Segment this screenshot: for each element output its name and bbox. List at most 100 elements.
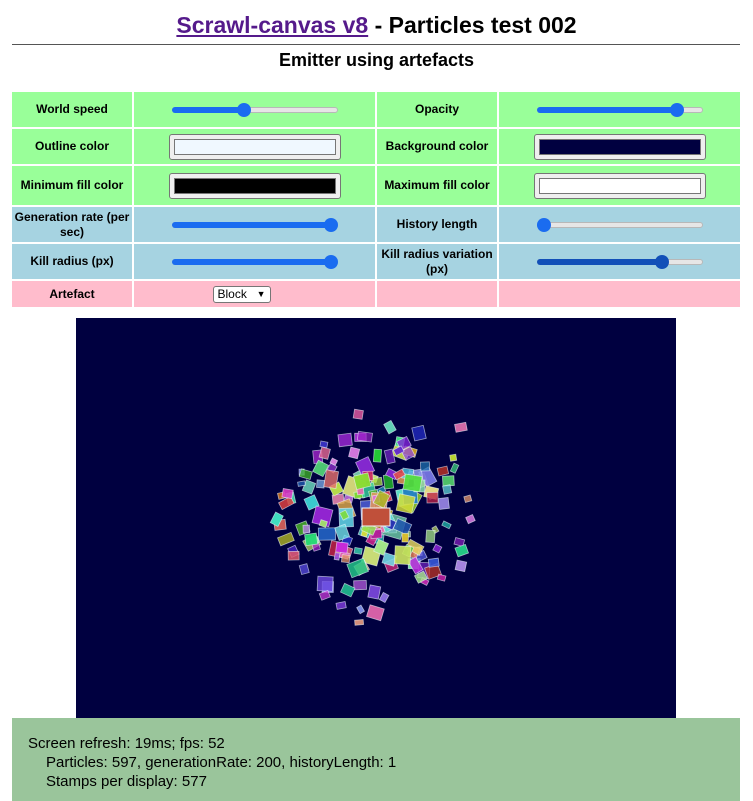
- outline-color-picker[interactable]: [168, 133, 341, 160]
- generation-rate-label: Generation rate (per sec): [12, 207, 132, 242]
- particle: [356, 430, 373, 443]
- particle: [361, 507, 391, 527]
- controls-row: Kill radius (px) Kill radius variation (…: [12, 244, 740, 279]
- generation-rate-slider[interactable]: [171, 217, 338, 232]
- particle: [323, 469, 340, 490]
- particle: [340, 554, 351, 564]
- particle: [454, 559, 468, 573]
- particle: [281, 488, 294, 500]
- particle: [449, 453, 458, 462]
- particle: [401, 532, 409, 543]
- slider-thumb[interactable]: [323, 254, 338, 269]
- particle: [335, 541, 349, 554]
- particle: [411, 424, 427, 442]
- controls-row: Artefact Block ▼: [12, 281, 740, 307]
- particle: [442, 484, 453, 495]
- page-title-rest: - Particles test 002: [368, 12, 577, 38]
- particle-canvas[interactable]: [76, 318, 676, 718]
- chevron-down-icon: ▼: [256, 289, 266, 299]
- artefact-cell: Block ▼: [134, 281, 375, 307]
- particle: [297, 480, 306, 487]
- kill-radius-label: Kill radius (px): [12, 244, 132, 279]
- particle: [317, 527, 337, 541]
- particle: [427, 557, 440, 568]
- history-length-slider[interactable]: [536, 217, 703, 232]
- opacity-slider[interactable]: [536, 102, 703, 117]
- particle: [353, 546, 363, 555]
- kill-radius-variation-label: Kill radius variation (px): [377, 244, 497, 279]
- kill-radius-slider[interactable]: [171, 254, 338, 269]
- opacity-cell: [499, 92, 740, 127]
- particle: [436, 465, 450, 477]
- kill-radius-cell: [134, 244, 375, 279]
- history-length-cell: [499, 207, 740, 242]
- kill-radius-variation-cell: [499, 244, 740, 279]
- stats-panel: Screen refresh: 19ms; fps: 52 Particles:…: [12, 718, 740, 801]
- max-fill-color-label: Maximum fill color: [377, 166, 497, 205]
- slider-thumb[interactable]: [323, 217, 338, 232]
- background-color-picker[interactable]: [533, 133, 706, 160]
- empty-cell: [377, 281, 497, 307]
- particle: [367, 584, 382, 600]
- stats-line-refresh: Screen refresh: 19ms; fps: 52: [28, 735, 225, 752]
- particle: [395, 493, 416, 515]
- kill-radius-variation-slider[interactable]: [536, 254, 703, 269]
- particle: [354, 619, 365, 626]
- artefact-label: Artefact: [12, 281, 132, 307]
- scrawl-canvas-link[interactable]: Scrawl-canvas v8: [176, 12, 368, 38]
- particle: [287, 550, 300, 561]
- particle: [420, 461, 431, 472]
- particle: [348, 446, 361, 460]
- controls-row: Outline color Background color: [12, 129, 740, 164]
- particle: [352, 408, 364, 420]
- particle: [335, 601, 347, 610]
- particle: [316, 575, 334, 592]
- background-color-label: Background color: [377, 129, 497, 164]
- page-subtitle: Emitter using artefacts: [278, 50, 475, 70]
- particle: [437, 496, 450, 510]
- particle: [372, 448, 383, 463]
- world-speed-label: World speed: [12, 92, 132, 127]
- min-fill-color-label: Minimum fill color: [12, 166, 132, 205]
- history-length-label: History length: [377, 207, 497, 242]
- controls-row: Minimum fill color Maximum fill color: [12, 166, 740, 205]
- generation-rate-cell: [134, 207, 375, 242]
- particle: [302, 524, 311, 534]
- slider-thumb[interactable]: [670, 102, 685, 117]
- world-speed-cell: [134, 92, 375, 127]
- slider-thumb[interactable]: [655, 254, 670, 269]
- particle: [463, 494, 473, 503]
- min-fill-color-picker[interactable]: [168, 172, 341, 199]
- outline-color-label: Outline color: [12, 129, 132, 164]
- min-fill-color-cell: [134, 166, 375, 205]
- particle: [425, 529, 436, 544]
- page-title: Scrawl-canvas v8 - Particles test 002: [0, 12, 753, 39]
- artefact-select-value: Block: [217, 287, 247, 301]
- particle: [393, 545, 412, 566]
- controls-row: Generation rate (per sec) History length: [12, 207, 740, 242]
- particle: [454, 421, 468, 433]
- slider-thumb[interactable]: [536, 217, 551, 232]
- max-fill-color-cell: [499, 166, 740, 205]
- divider: [12, 44, 740, 45]
- stats-line-stamps: Stamps per display: 577: [46, 773, 207, 790]
- empty-cell: [499, 281, 740, 307]
- artefact-select[interactable]: Block ▼: [212, 285, 271, 303]
- outline-color-cell: [134, 129, 375, 164]
- max-fill-color-picker[interactable]: [533, 172, 706, 199]
- particle: [353, 579, 367, 591]
- particle: [402, 473, 423, 493]
- stats-line-particles: Particles: 597, generationRate: 200, his…: [46, 754, 397, 771]
- particle: [426, 491, 439, 504]
- opacity-label: Opacity: [377, 92, 497, 127]
- controls-row: World speed Opacity: [12, 92, 740, 127]
- world-speed-slider[interactable]: [171, 102, 338, 117]
- particle: [319, 440, 329, 449]
- slider-thumb[interactable]: [236, 102, 251, 117]
- particle: [352, 472, 372, 490]
- particle: [304, 532, 319, 547]
- particle: [337, 432, 353, 448]
- background-color-cell: [499, 129, 740, 164]
- particle: [333, 552, 341, 561]
- controls-panel: World speed Opacity Outline color Backgr…: [12, 92, 740, 309]
